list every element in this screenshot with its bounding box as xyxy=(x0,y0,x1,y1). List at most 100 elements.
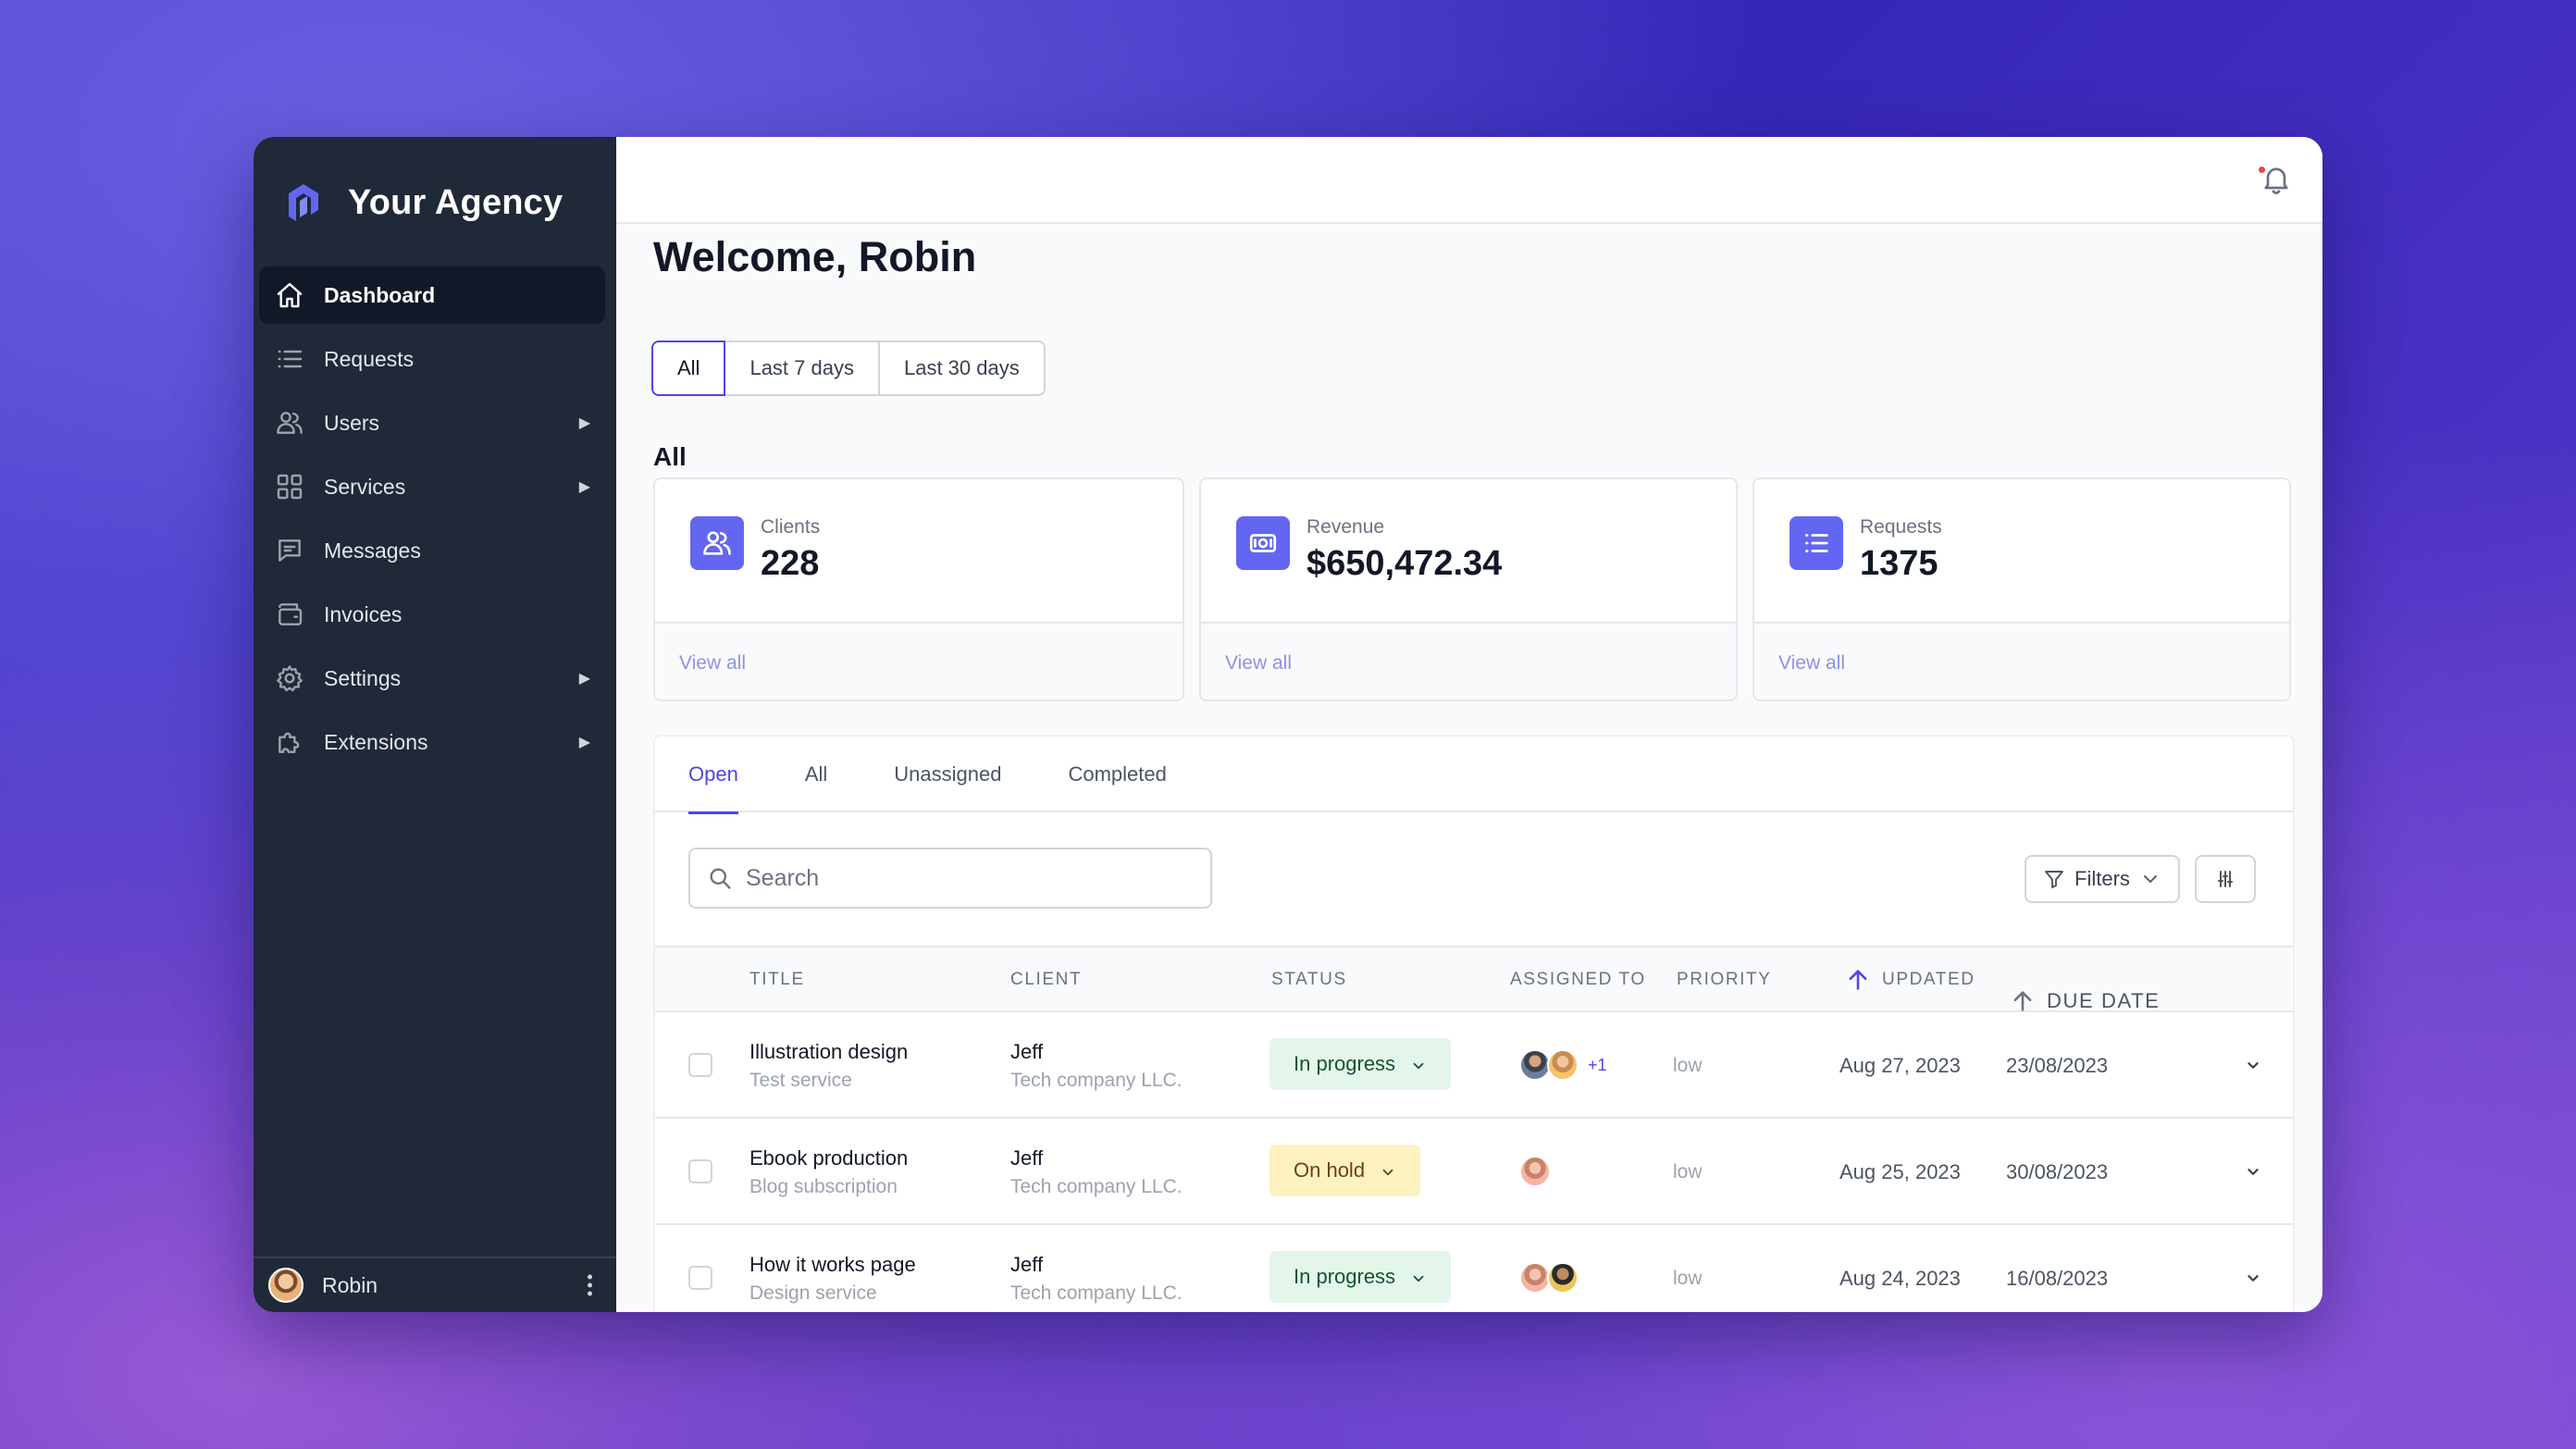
request-service: Design service xyxy=(749,1282,877,1304)
more-assignees-count: +1 xyxy=(1588,1055,1607,1074)
sidebar-item-settings[interactable]: Settings ▶ xyxy=(259,650,605,707)
brand-name: Your Agency xyxy=(348,182,564,222)
request-title: Ebook production xyxy=(749,1146,909,1170)
caret-right-icon: ▶ xyxy=(578,479,590,495)
range-all-button[interactable]: All xyxy=(651,341,726,396)
notification-bell-icon[interactable] xyxy=(2259,163,2293,196)
sidebar-item-requests[interactable]: Requests xyxy=(259,330,605,388)
stat-card-clients: Clients 228 View all xyxy=(653,477,1184,701)
user-name: Robin xyxy=(322,1272,378,1297)
client-name: Jeff xyxy=(1010,1039,1044,1063)
updated-date: Aug 27, 2023 xyxy=(1839,1053,1961,1077)
sidebar-item-label: Messages xyxy=(324,538,421,563)
column-header-updated[interactable]: Updated xyxy=(1845,947,1975,1012)
client-company: Tech company LLC. xyxy=(1010,1282,1183,1304)
expand-row-chevron-icon[interactable] xyxy=(2243,1161,2263,1182)
tab-open[interactable]: Open xyxy=(688,737,738,814)
avatar xyxy=(1519,1156,1551,1187)
stat-value: 228 xyxy=(761,544,820,583)
sidebar-item-extensions[interactable]: Extensions ▶ xyxy=(259,713,605,771)
stat-value: 1375 xyxy=(1860,544,1938,583)
users-icon xyxy=(274,407,305,439)
expand-row-chevron-icon[interactable] xyxy=(2243,1055,2263,1075)
tab-unassigned[interactable]: Unassigned xyxy=(894,737,1001,812)
kebab-menu-icon[interactable] xyxy=(585,1271,594,1300)
column-header-client[interactable]: Client xyxy=(1010,947,1082,1012)
status-dropdown[interactable]: On hold xyxy=(1269,1145,1421,1196)
status-label: In progress xyxy=(1294,1265,1396,1288)
stats-cards: Clients 228 View all Revenue $650,472.34… xyxy=(653,477,2291,701)
tab-completed[interactable]: Completed xyxy=(1068,737,1166,812)
main-content: Welcome, Robin All Last 7 days Last 30 d… xyxy=(616,137,2322,1312)
list-icon xyxy=(274,343,305,375)
client-name: Jeff xyxy=(1010,1146,1044,1170)
table-row[interactable]: Ebook production Blog subscription Jeff … xyxy=(655,1119,2293,1225)
priority: low xyxy=(1673,1054,1703,1076)
row-checkbox[interactable] xyxy=(688,1159,712,1183)
cell-client: Jeff Tech company LLC. xyxy=(1010,1012,1183,1119)
column-header-priority[interactable]: Priority xyxy=(1677,947,1772,1012)
sidebar-item-messages[interactable]: Messages xyxy=(259,522,605,579)
column-header-label: Due date xyxy=(2047,988,2161,1012)
cell-title: Illustration design Test service xyxy=(749,1012,908,1119)
row-checkbox[interactable] xyxy=(688,1053,712,1077)
requests-panel: Open All Unassigned Completed Filters xyxy=(653,735,2295,1312)
view-all-clients-link[interactable]: View all xyxy=(679,652,746,675)
due-date: 30/08/2023 xyxy=(2006,1159,2109,1183)
sidebar-item-label: Settings xyxy=(324,665,402,690)
chevron-down-icon xyxy=(2143,875,2157,883)
sort-up-arrow-icon xyxy=(1849,970,1867,990)
caret-right-icon: ▶ xyxy=(578,671,590,687)
avatar xyxy=(1547,1049,1579,1081)
sidebar-item-label: Invoices xyxy=(324,601,402,626)
table-row[interactable]: Illustration design Test service Jeff Te… xyxy=(655,1012,2293,1119)
range-7-days-button[interactable]: Last 7 days xyxy=(724,341,880,396)
filter-icon xyxy=(2045,871,2063,888)
avatar xyxy=(1519,1262,1551,1294)
expand-row-chevron-icon[interactable] xyxy=(2243,1268,2263,1288)
view-all-requests-link[interactable]: View all xyxy=(1778,652,1845,675)
brand-logo-icon xyxy=(289,184,318,221)
page-title: Welcome, Robin xyxy=(653,233,977,280)
sliders-icon xyxy=(2218,871,2233,887)
column-header-title[interactable]: Title xyxy=(749,947,805,1012)
search-input[interactable] xyxy=(746,864,1190,892)
chevron-down-icon xyxy=(1410,1269,1427,1285)
column-header-status[interactable]: Status xyxy=(1271,947,1347,1012)
assignees[interactable] xyxy=(1519,1156,1551,1187)
home-icon xyxy=(274,279,305,311)
sidebar-item-dashboard[interactable]: Dashboard xyxy=(259,266,605,324)
column-settings-button[interactable] xyxy=(2195,855,2256,903)
status-dropdown[interactable]: In progress xyxy=(1269,1251,1452,1303)
due-date: 16/08/2023 xyxy=(2006,1266,2109,1290)
sidebar-item-label: Extensions xyxy=(324,729,428,754)
filters-button[interactable]: Filters xyxy=(2025,855,2180,903)
column-header-assigned-to[interactable]: Assigned to xyxy=(1510,947,1646,1012)
updated-date: Aug 25, 2023 xyxy=(1839,1159,1961,1183)
stat-value: $650,472.34 xyxy=(1307,544,1503,583)
sidebar-item-users[interactable]: Users ▶ xyxy=(259,394,605,452)
sidebar-user[interactable]: Robin xyxy=(254,1257,616,1312)
sidebar-item-services[interactable]: Services ▶ xyxy=(259,458,605,515)
table-toolbar: Filters xyxy=(655,812,2293,947)
row-checkbox[interactable] xyxy=(688,1266,712,1290)
assignees[interactable]: +1 xyxy=(1519,1049,1607,1081)
tab-all[interactable]: All xyxy=(805,737,827,812)
avatar xyxy=(1519,1049,1551,1081)
notification-dot xyxy=(2259,167,2265,173)
due-date: 23/08/2023 xyxy=(2006,1053,2109,1077)
chevron-down-icon xyxy=(1410,1056,1427,1072)
avatar xyxy=(268,1268,303,1303)
request-tabs: Open All Unassigned Completed xyxy=(655,737,2293,814)
sidebar-item-invoices[interactable]: Invoices xyxy=(259,586,605,643)
range-30-days-button[interactable]: Last 30 days xyxy=(877,341,1046,396)
priority: low xyxy=(1673,1160,1703,1183)
stat-card-revenue: Revenue $650,472.34 View all xyxy=(1199,477,1738,701)
brand[interactable]: Your Agency xyxy=(279,170,563,235)
status-dropdown[interactable]: In progress xyxy=(1269,1038,1452,1090)
view-all-revenue-link[interactable]: View all xyxy=(1225,652,1292,675)
table-row[interactable]: How it works page Design service Jeff Te… xyxy=(655,1225,2293,1312)
date-range-selector: All Last 7 days Last 30 days xyxy=(651,341,1046,396)
users-icon xyxy=(690,516,744,570)
assignees[interactable] xyxy=(1519,1262,1579,1294)
